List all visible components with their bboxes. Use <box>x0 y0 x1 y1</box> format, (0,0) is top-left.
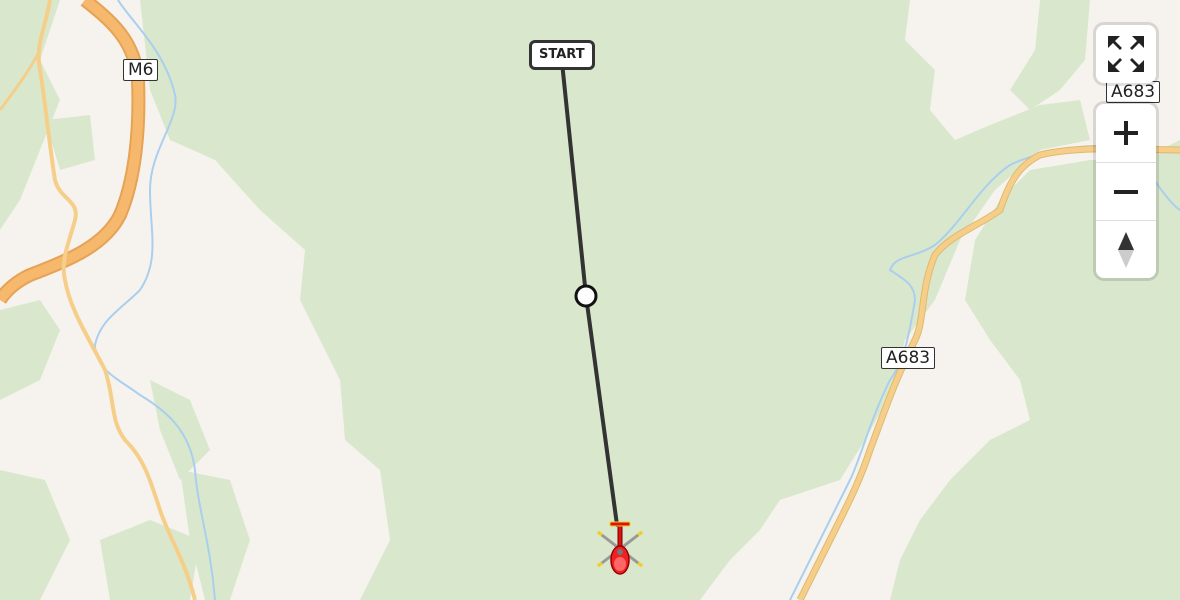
zoom-in-button[interactable] <box>1096 104 1156 162</box>
compass-north-icon <box>1118 231 1134 268</box>
road-label-m6: M6 <box>123 59 159 81</box>
road-label-a683-mid: A683 <box>881 347 936 369</box>
zoom-out-button[interactable] <box>1096 162 1156 220</box>
fullscreen-control <box>1096 25 1156 83</box>
zoom-controls <box>1096 104 1156 278</box>
compass-button[interactable] <box>1096 220 1156 278</box>
route-start-label: START <box>529 40 595 70</box>
fullscreen-button[interactable] <box>1096 25 1156 83</box>
plus-icon <box>1114 121 1138 145</box>
minus-icon <box>1114 189 1138 194</box>
road-label-a683-top: A683 <box>1106 81 1161 103</box>
circle-waypoint-icon[interactable] <box>574 284 598 308</box>
fullscreen-icon <box>1108 36 1144 72</box>
map-canvas[interactable] <box>0 0 1180 600</box>
